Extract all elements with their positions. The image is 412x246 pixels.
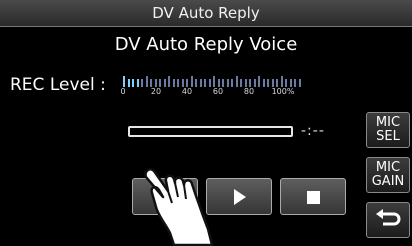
meter-tick xyxy=(217,79,220,87)
meter-tick xyxy=(226,79,229,87)
meter-tick xyxy=(190,76,193,87)
meter-tick xyxy=(289,79,292,87)
window-title: DV Auto Reply xyxy=(152,4,260,22)
meter-tick xyxy=(172,79,175,87)
meter-tick xyxy=(244,79,247,87)
meter-tick xyxy=(159,79,161,87)
meter-tick xyxy=(271,79,274,87)
meter-tick xyxy=(168,76,170,87)
meter-label-60: 60 xyxy=(212,87,224,96)
meter-tick xyxy=(199,79,202,87)
meter-tick xyxy=(177,79,179,87)
meter-tick xyxy=(195,79,197,87)
rec-level-label: REC Level : xyxy=(10,75,106,95)
meter-tick xyxy=(267,79,269,87)
meter-tick xyxy=(186,79,188,87)
rec-level-meter: 0 20 40 60 80 100% xyxy=(120,76,311,96)
meter-tick xyxy=(285,79,287,87)
meter-tick xyxy=(163,79,166,87)
meter-tick xyxy=(240,79,242,87)
radio-screen: DV Auto Reply DV Auto Reply Voice REC Le… xyxy=(0,0,412,246)
meter-label-40: 40 xyxy=(181,87,193,96)
meter-tick xyxy=(276,79,278,87)
meter-tick xyxy=(145,76,148,87)
meter-label-100: 100% xyxy=(271,87,295,96)
meter-tick xyxy=(150,79,152,87)
mic-gain-button[interactable]: MIC GAIN xyxy=(366,157,410,193)
page-title: DV Auto Reply Voice xyxy=(114,34,298,55)
meter-tick xyxy=(231,79,233,87)
meter-tick xyxy=(141,79,143,87)
meter-label-80: 80 xyxy=(243,87,255,96)
stop-icon xyxy=(307,191,320,204)
meter-tick xyxy=(132,79,134,87)
mic-sel-button[interactable]: MIC SEL xyxy=(366,112,410,148)
back-button[interactable] xyxy=(366,202,410,238)
meter-tick xyxy=(136,79,139,87)
pointing-hand-icon xyxy=(144,168,214,246)
meter-label-0: 0 xyxy=(120,87,126,96)
title-bar: DV Auto Reply xyxy=(0,0,412,27)
meter-tick xyxy=(235,76,238,87)
meter-label-20: 20 xyxy=(150,87,162,96)
mic-gain-line1: MIC xyxy=(375,160,401,175)
meter-tick xyxy=(253,79,256,87)
mic-gain-line2: GAIN xyxy=(371,174,405,189)
meter-tick xyxy=(222,79,224,87)
play-icon xyxy=(234,189,246,205)
mic-sel-line1: MIC xyxy=(375,115,401,130)
meter-tick xyxy=(298,79,301,87)
meter-tick xyxy=(294,79,296,87)
meter-tick xyxy=(280,76,283,87)
stop-button[interactable] xyxy=(280,178,346,215)
meter-tick xyxy=(181,79,184,87)
meter-tick xyxy=(208,79,211,87)
mic-sel-line2: SEL xyxy=(376,129,400,144)
return-arrow-icon xyxy=(376,209,401,226)
meter-tick xyxy=(204,79,206,87)
meter-tick xyxy=(262,79,265,87)
meter-tick xyxy=(123,76,125,87)
meter-tick xyxy=(127,79,130,87)
meter-tick xyxy=(258,76,260,87)
playback-progress-bar xyxy=(128,126,293,137)
time-readout: -:-- xyxy=(301,123,325,139)
meter-tick xyxy=(213,76,215,87)
meter-tick xyxy=(154,79,157,87)
meter-tick xyxy=(249,79,251,87)
